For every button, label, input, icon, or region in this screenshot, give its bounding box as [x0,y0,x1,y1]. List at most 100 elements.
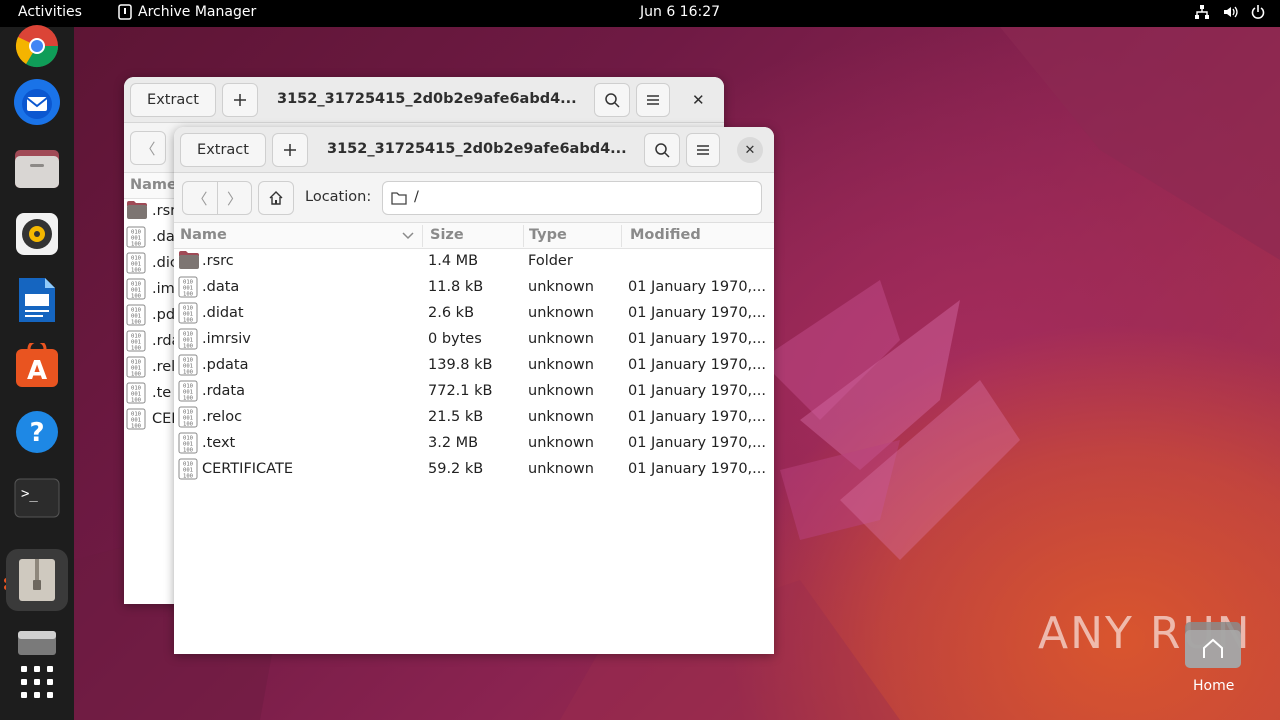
extract-button[interactable]: Extract [180,133,266,167]
app-menu[interactable]: Archive Manager [118,4,256,20]
folder-icon [126,200,148,222]
help-icon[interactable]: ? [12,407,62,457]
table-row[interactable]: 010 001 100 .reloc 21.5 kB unknown 01 January … [174,405,774,431]
location-bar: 〈 〉 Location: / [174,173,774,223]
column-name[interactable]: Name [180,227,227,243]
power-icon [1251,5,1265,19]
activities-button[interactable]: Activities [18,4,82,20]
column-modified[interactable]: Modified [630,227,701,243]
home-button[interactable] [258,181,294,215]
column-separator [621,225,622,247]
file-size: 772.1 kB [428,383,493,399]
binary-file-icon: 010 001 100 [126,252,148,274]
files-icon[interactable] [12,143,62,193]
file-modified: 01 January 1970,... [628,279,766,295]
dock: A ? >_ [0,25,74,720]
software-icon[interactable]: A [12,341,62,391]
table-row[interactable]: 010 001 100 .text 3.2 MB unknown 01 January 19… [174,431,774,457]
hamburger-icon [647,95,659,105]
file-type: unknown [528,383,594,399]
hamburger-icon [697,145,709,155]
svg-text:100: 100 [183,344,193,350]
file-type: unknown [528,435,594,451]
extract-button[interactable]: Extract [130,83,216,117]
archive-manager-small-icon [118,4,132,20]
file-modified: 01 January 1970,... [628,409,766,425]
binary-file-icon: 010 001 100 [126,226,148,248]
table-row[interactable]: 010 001 100 CERTIFICATE 59.2 kB unknown 01 Jan… [174,457,774,483]
home-folder-icon[interactable] [1184,620,1242,670]
chrome-icon[interactable] [12,21,62,71]
svg-text:100: 100 [131,294,141,300]
binary-file-icon: 010 001 100 [126,408,148,430]
table-row[interactable]: 010 001 100 .pdata 139.8 kB unknown 01 January… [174,353,774,379]
folder-outline-icon [391,192,407,205]
writer-icon[interactable] [12,275,62,325]
binary-file-icon: 010 001 100 [178,302,200,324]
rhythmbox-icon[interactable] [12,209,62,259]
terminal-icon[interactable]: >_ [12,473,62,523]
home-folder-label[interactable]: Home [1193,678,1234,694]
close-icon: ✕ [744,142,756,158]
add-button[interactable] [272,133,308,167]
svg-text:100: 100 [183,474,193,480]
svg-text:100: 100 [183,422,193,428]
svg-text:100: 100 [131,320,141,326]
thunderbird-icon[interactable] [12,77,62,127]
file-name: .te [152,385,172,401]
show-apps-icon[interactable] [12,657,62,707]
window-title: 3152_31725415_2d0b2e9afe6abd4... [327,141,627,157]
file-modified: 01 January 1970,... [628,383,766,399]
menu-button[interactable] [636,83,670,117]
column-type[interactable]: Type [529,227,567,243]
file-type: unknown [528,461,594,477]
file-modified: 01 January 1970,... [628,331,766,347]
system-tray[interactable] [1194,4,1266,20]
close-button[interactable]: ✕ [737,137,763,163]
file-type: unknown [528,305,594,321]
location-value: / [414,189,419,205]
file-name: .didat [202,305,244,321]
window-title: 3152_31725415_2d0b2e9afe6abd4... [277,91,577,107]
svg-text:?: ? [29,418,44,448]
file-name: .da [152,229,175,245]
svg-text:100: 100 [183,292,193,298]
clock[interactable]: Jun 6 16:27 [640,4,720,20]
chevron-left-icon: 〈 [192,189,208,208]
file-name: .rsrc [202,253,234,269]
file-modified: 01 January 1970,... [628,357,766,373]
table-row[interactable]: .rsrc 1.4 MB Folder [174,249,774,275]
svg-text:>_: >_ [21,486,38,502]
nav-buttons: 〈 〉 [182,181,252,215]
archive-manager-icon[interactable] [6,549,68,611]
svg-text:100: 100 [131,424,141,430]
home-icon [269,191,283,205]
file-name: .rsr [152,203,177,219]
svg-text:100: 100 [131,346,141,352]
table-row[interactable]: 010 001 100 .didat 2.6 kB unknown 01 January 1… [174,301,774,327]
svg-text:100: 100 [131,398,141,404]
forward-button[interactable]: 〉 [217,182,251,214]
binary-file-icon: 010 001 100 [178,406,200,428]
file-type: unknown [528,331,594,347]
svg-text:100: 100 [183,448,193,454]
table-row[interactable]: 010 001 100 .data 11.8 kB unknown 01 January 1… [174,275,774,301]
table-row[interactable]: 010 001 100 .imrsiv 0 bytes unknown 01 January… [174,327,774,353]
back-button[interactable]: 〈 [131,132,165,164]
search-button[interactable] [594,83,630,117]
location-field[interactable]: / [382,181,762,215]
table-row[interactable]: 010 001 100 .rdata 772.1 kB unknown 01 January… [174,379,774,405]
binary-file-icon: 010 001 100 [126,304,148,326]
svg-text:A: A [27,356,47,386]
column-size[interactable]: Size [430,227,464,243]
binary-file-icon: 010 001 100 [178,354,200,376]
add-button[interactable] [222,83,258,117]
back-button[interactable]: 〈 [183,182,217,214]
search-button[interactable] [644,133,680,167]
svg-text:100: 100 [131,242,141,248]
column-name[interactable]: Name [130,177,177,193]
binary-file-icon: 010 001 100 [178,458,200,480]
headerbar: Extract 3152_31725415_2d0b2e9afe6abd4...… [174,127,774,173]
menu-button[interactable] [686,133,720,167]
close-icon[interactable]: ✕ [692,91,705,109]
